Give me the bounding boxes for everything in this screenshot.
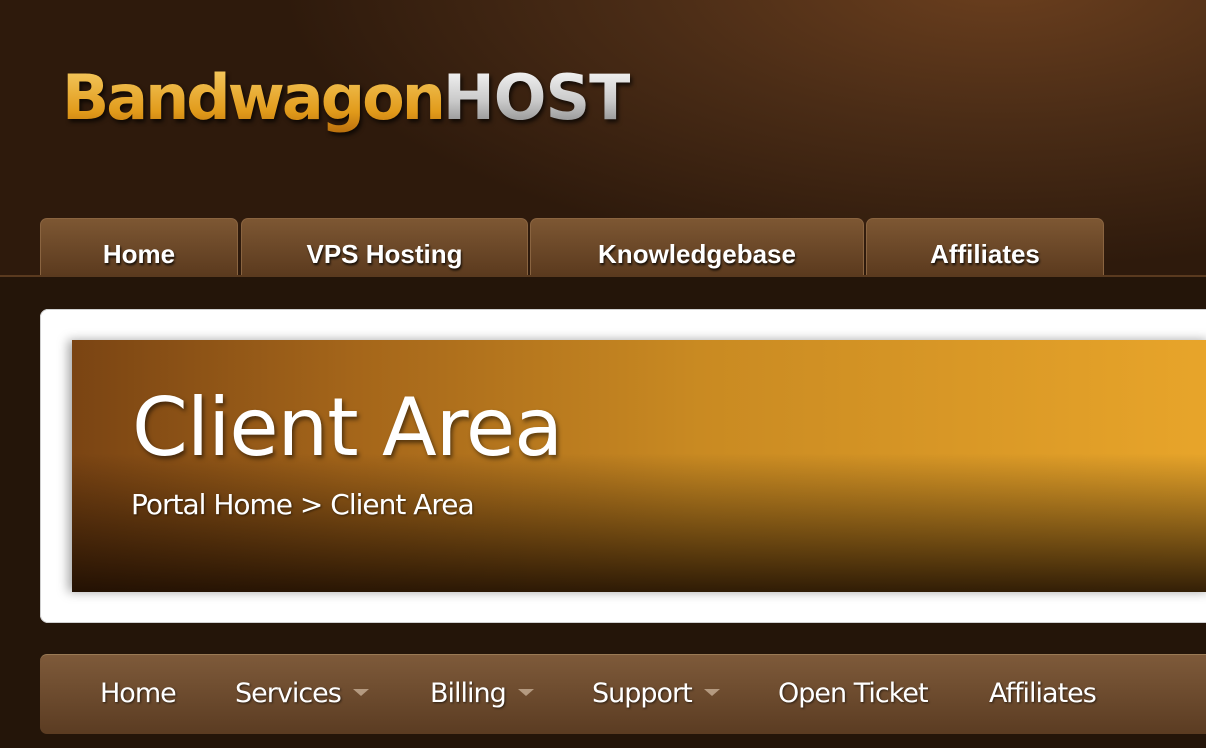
nav-open-ticket[interactable]: Open Ticket [778,655,929,733]
nav-affiliates-label: Affiliates [989,678,1097,709]
nav-home-label: Home [100,678,177,709]
nav-affiliates[interactable]: Affiliates [989,655,1097,733]
page-title: Client Area [132,381,563,474]
tab-vps-hosting[interactable]: VPS Hosting [241,218,528,276]
nav-billing-label: Billing [430,678,507,709]
nav-home[interactable]: Home [100,655,177,733]
breadcrumb[interactable]: Portal Home > Client Area [131,488,475,522]
tab-home[interactable]: Home [40,218,238,276]
chevron-down-icon [517,689,534,696]
nav-support[interactable]: Support [592,655,720,733]
tab-divider [0,275,1206,277]
main-navbar: Home Services Billing Support Open Ticke… [40,654,1206,734]
nav-billing[interactable]: Billing [430,655,534,733]
logo-text-host: HOST [442,61,632,134]
site-logo[interactable]: BandwagonHOST [62,58,632,138]
nav-support-label: Support [592,678,693,709]
logo-text-bandwagon: Bandwagon [62,61,446,134]
tab-affiliates[interactable]: Affiliates [866,218,1104,276]
nav-open-ticket-label: Open Ticket [778,678,929,709]
top-tabs: Home VPS Hosting Knowledgebase Affiliate… [0,218,1206,276]
nav-services[interactable]: Services [235,655,369,733]
nav-services-label: Services [235,678,342,709]
chevron-down-icon [703,689,720,696]
chevron-down-icon [352,689,369,696]
tab-knowledgebase[interactable]: Knowledgebase [530,218,864,276]
